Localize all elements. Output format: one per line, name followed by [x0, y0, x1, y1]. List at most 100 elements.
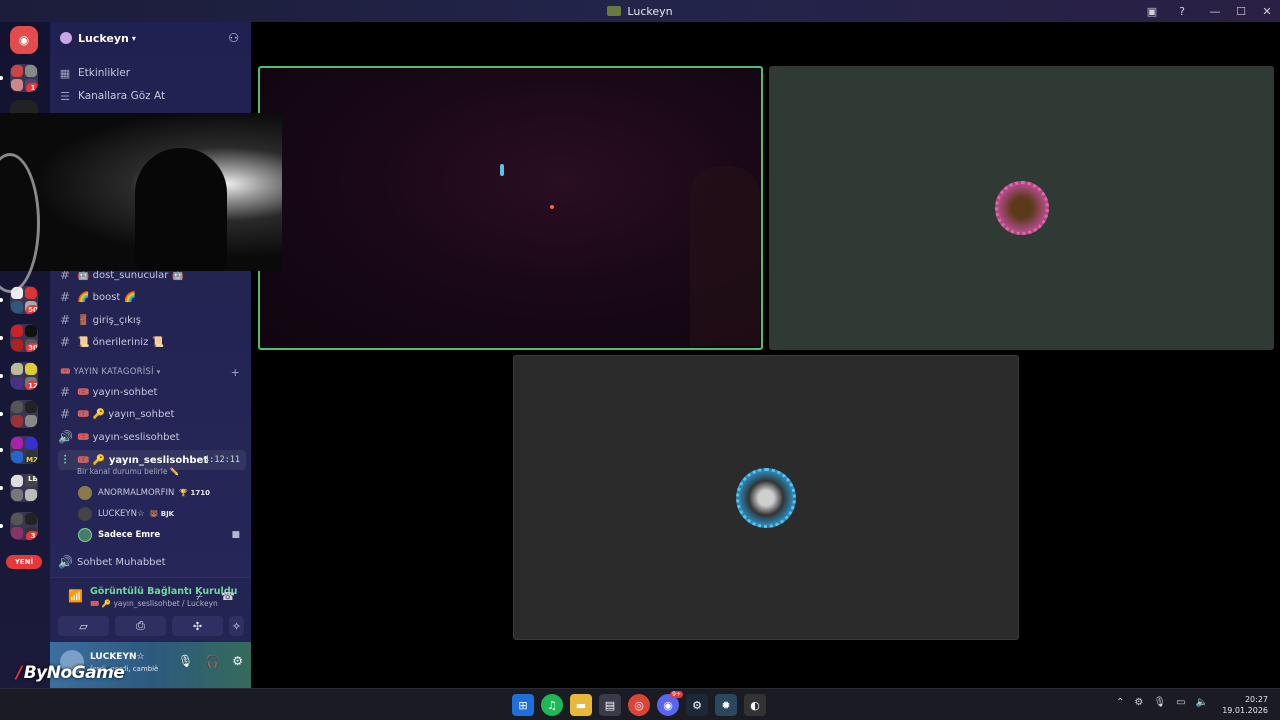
- channel-status-hint[interactable]: Bir kanal durumu belirle ✏️: [77, 467, 179, 476]
- server-name: Luckeyn: [78, 31, 129, 45]
- channel-label: 🌈 boost 🌈: [77, 291, 136, 303]
- channel-onerileriniz[interactable]: # 📜 önerileriniz 📜: [58, 332, 246, 352]
- clock-time: 20:27: [1244, 695, 1268, 704]
- server-icon: [607, 6, 622, 16]
- video-shape: [690, 166, 760, 346]
- microphone-tray-icon[interactable]: 🎙: [1153, 697, 1166, 708]
- new-servers-badge[interactable]: YENİ: [6, 555, 42, 569]
- microphone-icon[interactable]: 🎙: [178, 654, 193, 668]
- windows-start-icon[interactable]: ⊞: [512, 694, 534, 716]
- channel-label: 🎟️ yayın-seslisohbet: [77, 431, 180, 443]
- window-title: Luckeyn: [607, 4, 673, 18]
- voice-user-name: LUCKEYN☆: [98, 508, 145, 519]
- calendar-icon: ▦: [59, 66, 71, 80]
- gear-icon[interactable]: ⚙: [232, 654, 243, 668]
- steam-tray-icon[interactable]: ⚙: [1134, 697, 1143, 708]
- avatar: [78, 506, 92, 521]
- server-folder-3[interactable]: 30: [10, 324, 38, 352]
- spotify-icon[interactable]: ♫: [541, 694, 563, 716]
- nav-label: Etkinlikler: [78, 67, 131, 79]
- mention-badge: 12: [26, 381, 38, 390]
- nav-browse-channels[interactable]: ☰ Kanallara Göz At: [58, 86, 246, 106]
- noise-suppression-icon[interactable]: ⌿: [196, 590, 203, 604]
- channel-label: 🤖 dost_sunucular 🤖: [77, 269, 184, 281]
- voice-user[interactable]: Sadece Emre ■: [78, 525, 246, 544]
- channel-label: 🚪 giriş_çıkış: [77, 314, 141, 326]
- taskbar-clock[interactable]: 20:27 19.01.2026: [1222, 694, 1268, 716]
- camera-off-button[interactable]: ▱: [58, 616, 109, 636]
- video-highlight: [500, 164, 504, 176]
- avatar: [78, 527, 92, 542]
- voice-active-icon: ⫶: [63, 452, 67, 467]
- headphones-icon[interactable]: 🎧: [205, 654, 220, 668]
- channel-yayin-sohbet[interactable]: # 🎟️ yayın-sohbet: [58, 382, 246, 402]
- video-tile-avatar[interactable]: [769, 66, 1274, 350]
- server-guild-icon: [60, 32, 72, 44]
- activities-button[interactable]: ✣: [172, 616, 223, 636]
- channel-label: 🎟️ 🔑 yayın_sohbet: [77, 408, 175, 420]
- minimize-button[interactable]: —: [1202, 5, 1228, 18]
- notification-badge: 9+: [670, 691, 683, 698]
- window-title-text: Luckeyn: [627, 4, 673, 18]
- close-button[interactable]: ✕: [1254, 5, 1280, 18]
- screen-share-button[interactable]: ⎙: [115, 616, 166, 636]
- channel-sohbet-muhabbet[interactable]: 🔊 Sohbet Muhabbet: [58, 552, 246, 572]
- channel-giris-cikis[interactable]: # 🚪 giriş_çıkış: [58, 310, 246, 330]
- channel-label: Sohbet Muhabbet: [77, 556, 166, 568]
- text-channel-icon: #: [59, 407, 71, 421]
- help-icon[interactable]: ?: [1174, 3, 1190, 19]
- channel-yayin-seslisohbet[interactable]: 🔊 🎟️ yayın-seslisohbet: [58, 427, 246, 447]
- file-explorer-icon[interactable]: ▬: [570, 694, 592, 716]
- chevron-down-icon: ▾: [131, 33, 136, 43]
- voice-user[interactable]: LUCKEYN☆ 🐻 BJK: [78, 504, 246, 523]
- steam-icon[interactable]: ⚙: [686, 694, 708, 716]
- connection-signal-icon[interactable]: 📶: [68, 589, 83, 603]
- screen-share-icon[interactable]: ▣: [1144, 3, 1160, 19]
- server-folder-8[interactable]: 3: [10, 512, 38, 540]
- nav-events[interactable]: ▦ Etkinlikler: [58, 63, 246, 83]
- user-name[interactable]: LUCKEYN☆: [90, 652, 145, 662]
- server-folder-5[interactable]: [10, 400, 38, 428]
- server-folder-4[interactable]: 12: [10, 362, 38, 390]
- server-folder[interactable]: 1: [10, 64, 38, 92]
- video-tile-speaking[interactable]: [258, 66, 763, 350]
- maximize-button[interactable]: ☐: [1228, 5, 1254, 18]
- server-folder-6[interactable]: M2: [10, 436, 38, 464]
- window-titlebar: Luckeyn ▣ ? — ☐ ✕: [0, 0, 1280, 22]
- volume-icon[interactable]: 🔈: [1196, 697, 1208, 708]
- channel-label: 📜 önerileriniz 📜: [77, 336, 164, 348]
- channel-yayin-sohbet-locked[interactable]: # 🎟️ 🔑 yayın_sohbet: [58, 404, 246, 424]
- category-yayin[interactable]: 🎟️ YAYIN KATAGORİSİ ▾ +: [60, 365, 246, 379]
- clock-date: 19.01.2026: [1222, 706, 1268, 715]
- user-controls: 🎙 🎧 ⚙: [178, 654, 243, 668]
- create-channel-icon[interactable]: +: [231, 366, 240, 379]
- unread-pip: [0, 486, 3, 490]
- camera-icon: ■: [231, 529, 240, 540]
- store-icon[interactable]: ▤: [599, 694, 621, 716]
- settings-app-icon[interactable]: ✹: [715, 694, 737, 716]
- video-tile-avatar[interactable]: [513, 355, 1019, 640]
- chevron-up-icon[interactable]: ⌃: [1116, 697, 1124, 708]
- connection-status[interactable]: Görüntülü Bağlantı Kuruldu: [90, 586, 237, 597]
- server-header[interactable]: Luckeyn ▾ ⚇: [50, 22, 251, 54]
- unread-pip: [0, 374, 3, 378]
- channel-boost[interactable]: # 🌈 boost 🌈: [58, 287, 246, 307]
- soundboard-button[interactable]: ✧: [229, 616, 244, 636]
- chrome-icon[interactable]: ◎: [628, 694, 650, 716]
- unread-pip: [0, 336, 3, 340]
- disconnect-icon[interactable]: ☎: [221, 590, 235, 603]
- category-label: 🎟️ YAYIN KATAGORİSİ: [60, 367, 154, 377]
- network-icon[interactable]: ▭: [1176, 697, 1185, 708]
- discord-taskbar-icon[interactable]: ◉ 9+: [657, 691, 683, 716]
- voice-user-name: Sadece Emre: [98, 529, 161, 540]
- game-launcher-icon[interactable]: ◐: [744, 694, 766, 716]
- discord-home-button[interactable]: ◉: [10, 26, 38, 54]
- server-folder-7[interactable]: LB: [10, 474, 38, 502]
- voice-timer: 4:12:11: [204, 455, 240, 465]
- mention-badge: 3: [26, 531, 38, 540]
- invite-people-icon[interactable]: ⚇: [228, 31, 239, 45]
- text-channel-icon: #: [59, 290, 71, 304]
- voice-user[interactable]: ANORMALMORFIN 🏆 1710: [78, 483, 246, 502]
- webcam-overlay: [0, 113, 282, 293]
- video-grid: [251, 22, 1280, 688]
